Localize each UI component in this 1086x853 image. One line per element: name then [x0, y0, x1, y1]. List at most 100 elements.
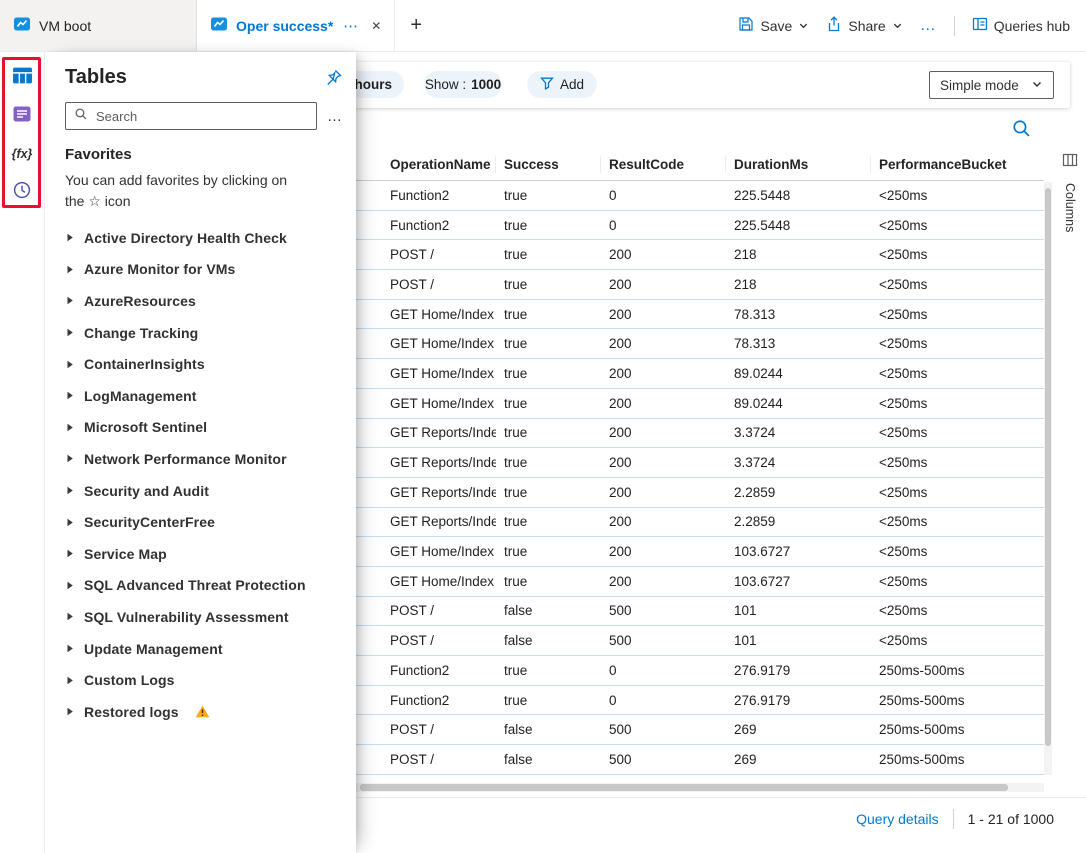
scrollbar-thumb[interactable] — [1045, 188, 1051, 746]
column-header[interactable]: PerformanceBucket — [871, 156, 1041, 173]
show-limit-pill[interactable]: Show : 1000 — [424, 71, 502, 98]
tab-close-icon[interactable]: ✕ — [371, 19, 381, 33]
results-search-button[interactable] — [1011, 118, 1035, 142]
save-button[interactable]: Save — [738, 16, 809, 35]
tree-item-service-map[interactable]: Service Map — [45, 538, 356, 570]
column-header[interactable]: Success — [496, 155, 601, 173]
cell-PerformanceBucket: <250ms — [879, 573, 928, 589]
cell-ResultCode: 200 — [609, 276, 632, 292]
chevron-right-icon — [66, 612, 74, 621]
vertical-scrollbar[interactable] — [1044, 182, 1052, 775]
cell-PerformanceBucket: <250ms — [879, 395, 928, 411]
tree-item-label: LogManagement — [84, 387, 197, 404]
tree-item-security-and-audit[interactable]: Security and Audit — [45, 475, 356, 507]
cell-Success: true — [504, 662, 528, 678]
tree-item-containerinsights[interactable]: ContainerInsights — [45, 348, 356, 380]
table-row[interactable]: POST / false 500 101 <250ms — [356, 626, 1044, 656]
tree-item-securitycenterfree[interactable]: SecurityCenterFree — [45, 506, 356, 538]
tree-item-network-performance-monitor[interactable]: Network Performance Monitor — [45, 443, 356, 475]
mode-dropdown[interactable]: Simple mode — [929, 71, 1054, 99]
chevron-right-icon — [66, 676, 74, 685]
table-row[interactable]: GET Home/Index true 200 78.313 <250ms — [356, 300, 1044, 330]
cell-ResultCode: 200 — [609, 336, 632, 352]
cell-ResultCode: 200 — [609, 365, 632, 381]
tree-item-label: Azure Monitor for VMs — [84, 261, 236, 278]
table-row[interactable]: GET Reports/Index true 200 2.2859 <250ms — [356, 478, 1044, 508]
table-row[interactable]: GET Reports/Index true 200 3.3724 <250ms — [356, 448, 1044, 478]
tree-item-sql-vulnerability-assessment[interactable]: SQL Vulnerability Assessment — [45, 601, 356, 633]
scrollbar-thumb[interactable] — [360, 784, 1008, 791]
column-header[interactable]: ResultCode — [601, 155, 726, 173]
tree-item-active-directory-health-check[interactable]: Active Directory Health Check — [45, 222, 356, 254]
history-rail-button[interactable] — [8, 178, 36, 206]
tree-item-azure-monitor-for-vms[interactable]: Azure Monitor for VMs — [45, 254, 356, 286]
table-row[interactable]: GET Reports/Index true 200 2.2859 <250ms — [356, 508, 1044, 538]
panel-title: Tables — [65, 66, 127, 88]
column-header[interactable]: DurationMs — [726, 155, 871, 173]
column-header[interactable]: OperationName — [382, 155, 496, 173]
pin-icon[interactable] — [325, 69, 342, 86]
cell-DurationMs: 101 — [734, 633, 757, 649]
tables-search-input[interactable] — [94, 107, 308, 125]
table-row[interactable]: GET Home/Index true 200 103.6727 <250ms — [356, 567, 1044, 597]
table-row[interactable]: GET Home/Index true 200 103.6727 <250ms — [356, 537, 1044, 567]
tree-item-custom-logs[interactable]: Custom Logs — [45, 664, 356, 696]
horizontal-scrollbar[interactable] — [356, 783, 1044, 792]
tree-item-azureresources[interactable]: AzureResources — [45, 285, 356, 317]
tree-item-restored-logs[interactable]: Restored logs — [45, 696, 356, 728]
table-row[interactable]: GET Home/Index true 200 89.0244 <250ms — [356, 389, 1044, 419]
table-row[interactable]: Function2 true 0 225.5448 <250ms — [356, 211, 1044, 241]
columns-tab-label: Columns — [1063, 183, 1077, 233]
tree-item-label: SQL Vulnerability Assessment — [84, 608, 289, 625]
tree-item-update-management[interactable]: Update Management — [45, 633, 356, 665]
cell-PerformanceBucket: <250ms — [879, 247, 928, 263]
more-actions-button[interactable]: … — [920, 17, 937, 35]
queries-icon — [12, 104, 32, 129]
tree-item-logmanagement[interactable]: LogManagement — [45, 380, 356, 412]
cell-DurationMs: 225.5448 — [734, 217, 791, 233]
tab-more-icon[interactable]: ⋯ — [343, 17, 359, 35]
tree-item-sql-advanced-threat-protection[interactable]: SQL Advanced Threat Protection — [45, 570, 356, 602]
table-row[interactable]: GET Home/Index true 200 78.313 <250ms — [356, 329, 1044, 360]
panel-more-button[interactable]: … — [327, 108, 344, 125]
table-row[interactable]: POST / false 500 269 250ms-500ms — [356, 745, 1044, 775]
table-row[interactable]: POST / false 500 101 <250ms — [356, 597, 1044, 627]
chevron-right-icon — [66, 233, 74, 242]
table-row[interactable]: Function2 true 0 276.9179 250ms-500ms — [356, 686, 1044, 716]
tree-item-label: Custom Logs — [84, 672, 175, 689]
table-row[interactable]: GET Home/Index true 200 89.0244 <250ms — [356, 359, 1044, 389]
cell-ResultCode: 500 — [609, 603, 632, 619]
table-row[interactable]: GET Reports/Index true 200 3.3724 <250ms — [356, 419, 1044, 449]
tab-vm-boot[interactable]: VM boot — [0, 0, 197, 51]
functions-rail-button[interactable]: {fx} — [8, 140, 36, 168]
cell-OperationName: GET Reports/Index — [390, 514, 496, 530]
queries-rail-button[interactable] — [8, 102, 36, 130]
table-row[interactable]: POST / false 500 269 250ms-500ms — [356, 715, 1044, 746]
top-tab-bar: VM boot Oper success* ⋯ ✕ + Save Share …… — [0, 0, 1086, 52]
queries-hub-button[interactable]: Queries hub — [972, 16, 1070, 35]
share-button[interactable]: Share — [826, 16, 902, 35]
tab-oper-success[interactable]: Oper success* ⋯ ✕ — [197, 0, 396, 51]
cell-Success: true — [504, 276, 528, 292]
search-icon — [74, 107, 88, 126]
cell-ResultCode: 200 — [609, 573, 632, 589]
table-row[interactable]: Function2 true 0 225.5448 <250ms — [356, 181, 1044, 211]
search-box[interactable] — [65, 102, 317, 130]
tree-item-microsoft-sentinel[interactable]: Microsoft Sentinel — [45, 412, 356, 444]
chevron-right-icon — [66, 644, 74, 653]
columns-side-tab[interactable]: Columns — [1054, 152, 1086, 232]
filter-funnel-icon — [540, 76, 554, 93]
table-row[interactable]: Function2 true 0 276.9179 250ms-500ms — [356, 656, 1044, 686]
tab-label: VM boot — [39, 17, 92, 34]
cell-ResultCode: 500 — [609, 633, 632, 649]
table-row[interactable]: POST / true 200 218 <250ms — [356, 240, 1044, 271]
tables-rail-button[interactable] — [8, 64, 36, 92]
table-row[interactable]: POST / true 200 218 <250ms — [356, 270, 1044, 300]
add-filter-pill[interactable]: Add — [527, 71, 597, 98]
new-tab-button[interactable]: + — [395, 0, 437, 51]
cell-Success: false — [504, 751, 533, 767]
query-details-link[interactable]: Query details — [856, 811, 938, 827]
tree-item-change-tracking[interactable]: Change Tracking — [45, 317, 356, 349]
chevron-right-icon — [66, 296, 74, 305]
cell-PerformanceBucket: 250ms-500ms — [879, 692, 965, 708]
